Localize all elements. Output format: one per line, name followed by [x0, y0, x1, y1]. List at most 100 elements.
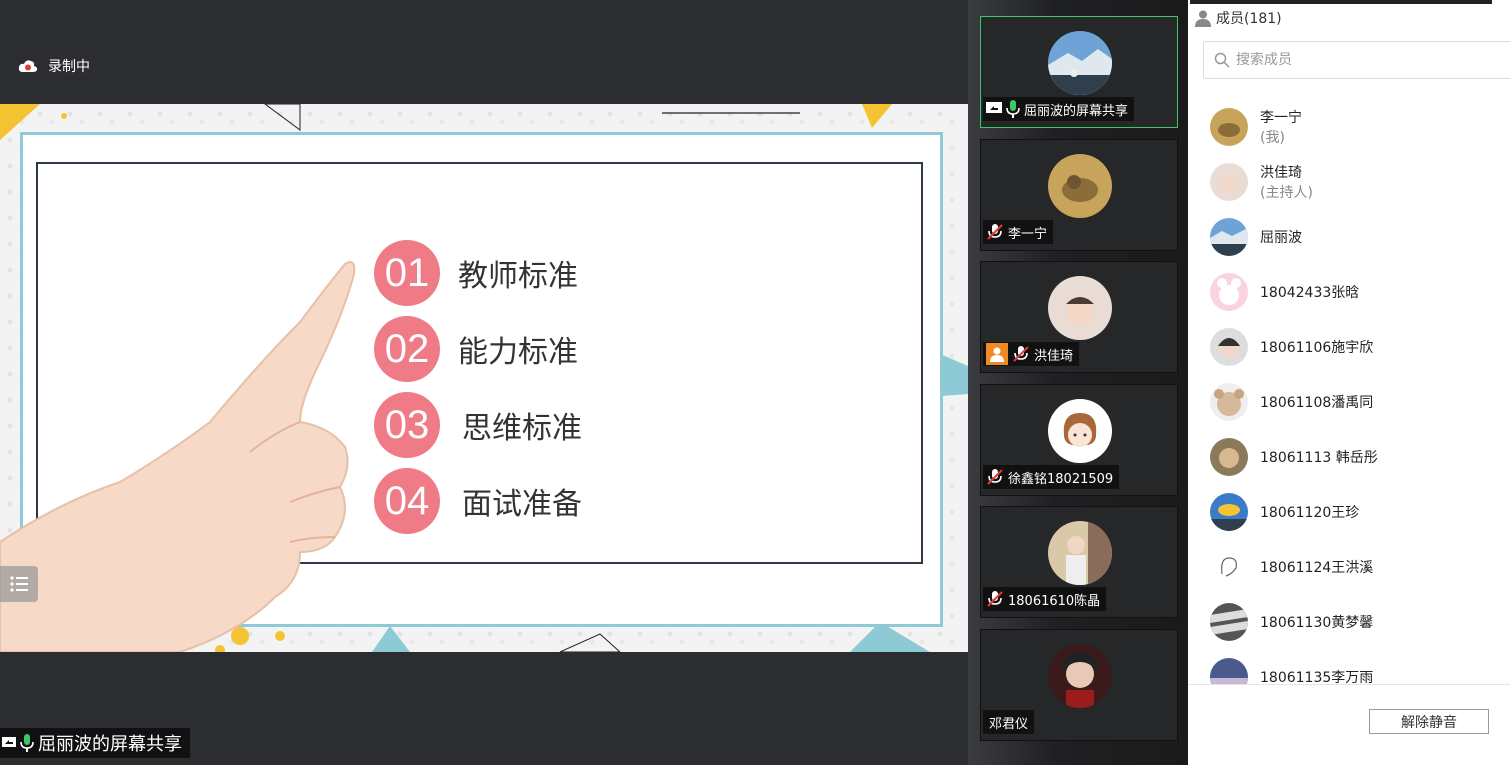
slide-item-label: 思维标准: [462, 411, 582, 446]
video-tile-qulibo-share[interactable]: 屈丽波的屏幕共享: [980, 16, 1178, 128]
slide-item-label: 教师标准: [458, 259, 578, 294]
recording-indicator[interactable]: 录制中: [18, 56, 90, 76]
video-tile-name-tag: 徐鑫铭18021509: [983, 465, 1120, 489]
member-role: (主持人): [1260, 185, 1313, 201]
video-tile-name: 李一宁: [1008, 226, 1048, 242]
slide-item-number: 03: [374, 392, 440, 458]
screen-share-icon: [986, 102, 1002, 116]
video-tile-name-tag: 洪佳琦: [983, 342, 1080, 366]
member-panel: 成员(181) 李一宁 (我) 洪佳琦 (主持人) 屈丽波: [1188, 0, 1510, 765]
recording-cloud-icon: [18, 59, 38, 73]
member-name: 18061108潘禹同: [1260, 395, 1374, 411]
pointing-hand-illustration: [0, 261, 356, 652]
slide-item-label: 面试准备: [462, 487, 582, 522]
list-item[interactable]: 18061120王珍: [1210, 492, 1359, 532]
slide-item-number: 02: [374, 316, 440, 382]
list-item[interactable]: 18061113 韩岳彤: [1210, 437, 1378, 477]
member-name: 18061135李万雨: [1260, 670, 1374, 684]
slide-item-04: 04 面试准备: [374, 468, 582, 534]
video-tile-name: 18061610陈晶: [1008, 593, 1101, 609]
screen-share-name: 屈丽波的屏幕共享: [38, 734, 182, 755]
list-item[interactable]: 屈丽波: [1210, 217, 1302, 257]
avatar: [1048, 399, 1112, 463]
list-item[interactable]: 18061124王洪溪: [1210, 547, 1373, 587]
slide-item-01: 01 教师标准: [374, 240, 578, 306]
member-name: 18061106施宇欣: [1260, 340, 1374, 356]
list-item[interactable]: 18061108潘禹同: [1210, 382, 1373, 422]
video-tile-name: 徐鑫铭18021509: [1008, 471, 1114, 487]
slide-item-number: 04: [374, 468, 440, 534]
avatar: [1210, 438, 1248, 476]
list-item[interactable]: 18061106施宇欣: [1210, 327, 1373, 367]
member-list: 李一宁 (我) 洪佳琦 (主持人) 屈丽波 18042433张晗 1806110…: [1188, 100, 1510, 684]
list-item[interactable]: 李一宁 (我): [1210, 107, 1302, 147]
member-name: 洪佳琦: [1260, 165, 1302, 181]
mic-on-icon: [20, 734, 34, 752]
video-tile-chenjing[interactable]: 18061610陈晶: [980, 506, 1178, 618]
avatar: [1210, 218, 1248, 256]
person-icon: [1194, 9, 1212, 27]
slide-item-02: 02 能力标准: [374, 316, 578, 382]
video-tile-liyining[interactable]: 李一宁: [980, 139, 1178, 251]
mic-on-icon: [1006, 100, 1020, 118]
slide-list-button[interactable]: [0, 566, 38, 602]
list-item[interactable]: 18061135李万雨: [1210, 657, 1373, 684]
avatar: [1048, 276, 1112, 340]
video-tile-name: 邓君仪: [989, 716, 1029, 732]
video-strip: 屈丽波的屏幕共享 李一宁 洪佳琦 徐鑫铭18021509 18061610陈晶 …: [968, 0, 1188, 765]
video-tile-name-tag: 18061610陈晶: [983, 587, 1107, 611]
mic-muted-icon: [986, 590, 1004, 608]
avatar: [1210, 273, 1248, 311]
avatar: [1210, 383, 1248, 421]
mic-muted-icon: [986, 468, 1004, 486]
video-tile-name: 屈丽波的屏幕共享: [1024, 103, 1129, 119]
recording-label: 录制中: [48, 59, 90, 75]
video-tile-name-tag: 李一宁: [983, 220, 1054, 244]
video-tile-name-tag: 邓君仪: [983, 710, 1035, 734]
member-name: 18061113 韩岳彤: [1260, 450, 1378, 466]
list-item[interactable]: 18042433张晗: [1210, 272, 1359, 312]
member-count: 成员(181): [1216, 11, 1282, 27]
avatar: [1048, 644, 1112, 708]
panel-top-edge: [1190, 0, 1492, 4]
avatar: [1210, 163, 1248, 201]
avatar: [1048, 521, 1112, 585]
member-panel-header: 成员(181): [1194, 8, 1282, 28]
slide-item-label: 能力标准: [458, 335, 578, 370]
list-icon: [10, 576, 28, 592]
avatar: [1210, 603, 1248, 641]
panel-divider: [1188, 684, 1510, 685]
screen-share-icon: [2, 735, 16, 751]
search-icon: [1214, 52, 1230, 68]
screen-share-area: 录制中 01 教师标准 02 能力标准 03 思维标准 04 面试准备 屈丽波的…: [0, 0, 968, 765]
avatar: [1210, 328, 1248, 366]
list-item[interactable]: 洪佳琦 (主持人): [1210, 162, 1313, 202]
slide-item-number: 01: [374, 240, 440, 306]
member-name: 18061124王洪溪: [1260, 560, 1374, 576]
video-tile-hongjiaqi[interactable]: 洪佳琦: [980, 261, 1178, 373]
mic-muted-icon: [986, 223, 1004, 241]
member-search-input[interactable]: [1236, 52, 1476, 68]
avatar: [1210, 548, 1248, 586]
slide-item-03: 03 思维标准: [374, 392, 582, 458]
avatar: [1048, 31, 1112, 95]
member-name: 屈丽波: [1260, 230, 1302, 246]
host-badge-icon: [986, 343, 1008, 365]
avatar: [1048, 154, 1112, 218]
member-name: 18042433张晗: [1260, 285, 1360, 301]
video-tile-dengjunyi[interactable]: 邓君仪: [980, 629, 1178, 741]
video-tile-name: 洪佳琦: [1034, 348, 1074, 364]
member-name: 18061130黄梦馨: [1260, 615, 1374, 631]
mic-muted-icon: [1012, 345, 1030, 363]
unmute-button[interactable]: 解除静音: [1369, 709, 1489, 734]
video-tile-xuxinming[interactable]: 徐鑫铭18021509: [980, 384, 1178, 496]
member-name: 李一宁: [1260, 110, 1302, 126]
avatar: [1210, 658, 1248, 684]
screen-share-label: 屈丽波的屏幕共享: [0, 728, 190, 758]
avatar: [1210, 108, 1248, 146]
member-search-box[interactable]: [1203, 41, 1510, 79]
member-name: 18061120王珍: [1260, 505, 1360, 521]
presentation-slide: 01 教师标准 02 能力标准 03 思维标准 04 面试准备: [0, 104, 968, 652]
avatar: [1210, 493, 1248, 531]
list-item[interactable]: 18061130黄梦馨: [1210, 602, 1373, 642]
